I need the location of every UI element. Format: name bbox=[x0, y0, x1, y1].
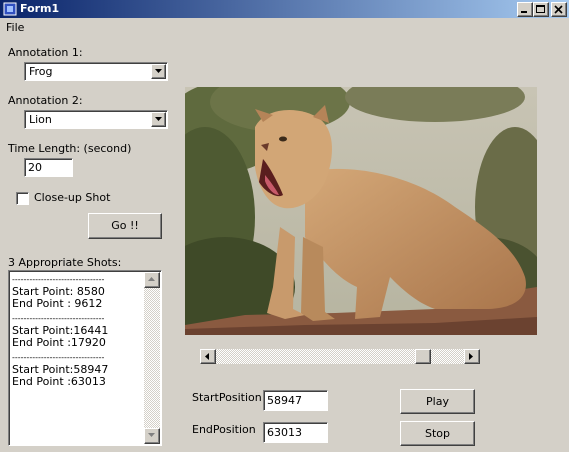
annotation2-dropdown-button[interactable] bbox=[151, 112, 166, 127]
chevron-down-icon bbox=[155, 117, 162, 121]
go-button[interactable]: Go !! bbox=[88, 213, 162, 239]
time-length-input[interactable]: 20 bbox=[24, 158, 73, 177]
video-position-scrollbar[interactable] bbox=[199, 348, 481, 365]
arrow-down-icon bbox=[148, 433, 155, 437]
arrow-left-icon bbox=[205, 353, 209, 360]
menu-file[interactable]: File bbox=[6, 21, 24, 35]
window-title: Form1 bbox=[20, 2, 60, 15]
list-item: End Point : 9612 bbox=[12, 298, 103, 310]
app-icon bbox=[3, 2, 17, 16]
list-item: Start Point:16441 bbox=[12, 325, 109, 337]
arrow-up-icon bbox=[148, 277, 155, 281]
end-position-label: EndPosition bbox=[192, 423, 256, 436]
arrow-right-icon bbox=[469, 353, 473, 360]
annotation2-label: Annotation 2: bbox=[8, 94, 83, 107]
closeup-checkbox[interactable] bbox=[16, 192, 29, 205]
end-position-value: 63013 bbox=[267, 426, 302, 439]
close-button[interactable] bbox=[551, 2, 567, 17]
start-position-value: 58947 bbox=[267, 394, 302, 407]
go-button-label: Go !! bbox=[111, 219, 139, 232]
annotation1-dropdown-button[interactable] bbox=[151, 64, 166, 79]
list-item: -------------------------------- bbox=[12, 314, 105, 323]
annotation1-label: Annotation 1: bbox=[8, 46, 83, 59]
list-item: -------------------------------- bbox=[12, 275, 105, 284]
shots-vertical-scrollbar[interactable] bbox=[144, 272, 160, 444]
title-bar: Form1 bbox=[0, 0, 569, 18]
play-button-label: Play bbox=[426, 395, 449, 408]
video-frame bbox=[185, 87, 537, 335]
list-item: End Point :17920 bbox=[12, 337, 106, 349]
start-position-input[interactable]: 58947 bbox=[263, 390, 328, 411]
start-position-label: StartPosition bbox=[192, 391, 262, 404]
shots-listbox[interactable]: -------------------------------- Start P… bbox=[8, 270, 162, 446]
scroll-down-button[interactable] bbox=[144, 428, 160, 444]
scroll-left-button[interactable] bbox=[200, 349, 216, 364]
close-icon bbox=[554, 5, 563, 14]
annotation1-combo[interactable]: Frog bbox=[24, 62, 168, 81]
menu-bar: File bbox=[0, 19, 569, 36]
minimize-button[interactable] bbox=[517, 2, 533, 17]
time-length-label: Time Length: (second) bbox=[8, 142, 132, 155]
maximize-button[interactable] bbox=[533, 2, 549, 17]
stop-button[interactable]: Stop bbox=[400, 421, 475, 446]
list-item: Start Point: 8580 bbox=[12, 286, 105, 298]
closeup-label: Close-up Shot bbox=[34, 191, 111, 204]
annotation1-value: Frog bbox=[29, 65, 53, 78]
scroll-up-button[interactable] bbox=[144, 272, 160, 288]
minimize-icon bbox=[521, 11, 527, 13]
annotation2-combo[interactable]: Lion bbox=[24, 110, 168, 129]
chevron-down-icon bbox=[155, 69, 162, 73]
list-item: End Point :63013 bbox=[12, 376, 106, 388]
list-item: Start Point:58947 bbox=[12, 364, 109, 376]
maximize-icon bbox=[536, 5, 545, 13]
scroll-thumb[interactable] bbox=[415, 349, 431, 364]
shots-label: 3 Appropriate Shots: bbox=[8, 256, 122, 269]
stop-button-label: Stop bbox=[424, 427, 450, 440]
end-position-input[interactable]: 63013 bbox=[263, 422, 328, 443]
lion-video-frame bbox=[185, 87, 537, 335]
scroll-right-button[interactable] bbox=[464, 349, 480, 364]
list-item: -------------------------------- bbox=[12, 353, 105, 362]
annotation2-value: Lion bbox=[29, 113, 52, 126]
time-length-value: 20 bbox=[28, 161, 42, 174]
shots-list: -------------------------------- Start P… bbox=[12, 274, 140, 388]
play-button[interactable]: Play bbox=[400, 389, 475, 414]
